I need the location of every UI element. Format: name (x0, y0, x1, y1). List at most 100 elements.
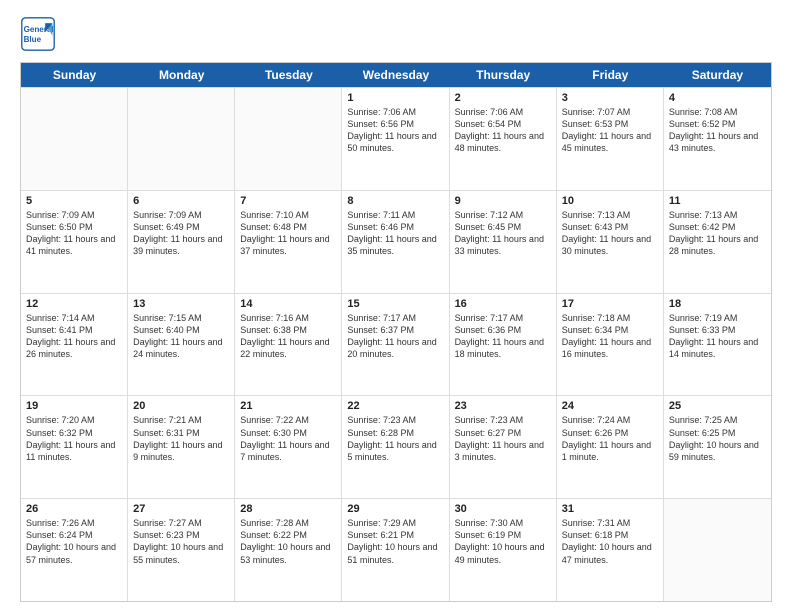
day-info: Sunrise: 7:23 AM Sunset: 6:28 PM Dayligh… (347, 414, 443, 463)
day-number: 24 (562, 400, 658, 412)
day-number: 26 (26, 503, 122, 515)
day-info: Sunrise: 7:08 AM Sunset: 6:52 PM Dayligh… (669, 106, 766, 155)
empty-cell (664, 499, 771, 601)
day-info: Sunrise: 7:10 AM Sunset: 6:48 PM Dayligh… (240, 209, 336, 258)
day-cell-12: 12 Sunrise: 7:14 AM Sunset: 6:41 PM Dayli… (21, 294, 128, 396)
day-cell-14: 14 Sunrise: 7:16 AM Sunset: 6:38 PM Dayli… (235, 294, 342, 396)
header-day-wednesday: Wednesday (342, 63, 449, 87)
day-info: Sunrise: 7:19 AM Sunset: 6:33 PM Dayligh… (669, 312, 766, 361)
header-day-tuesday: Tuesday (235, 63, 342, 87)
day-number: 11 (669, 195, 766, 207)
day-cell-1: 1Sunrise: 7:06 AM Sunset: 6:56 PM Daylig… (342, 88, 449, 190)
day-cell-11: 11Sunrise: 7:13 AM Sunset: 6:42 PM Dayli… (664, 191, 771, 293)
logo-icon: General Blue (20, 16, 56, 52)
calendar: SundayMondayTuesdayWednesdayThursdayFrid… (20, 62, 772, 602)
day-cell-18: 18Sunrise: 7:19 AM Sunset: 6:33 PM Dayli… (664, 294, 771, 396)
day-info: Sunrise: 7:26 AM Sunset: 6:24 PM Dayligh… (26, 517, 122, 566)
header-day-monday: Monday (128, 63, 235, 87)
day-number: 15 (347, 298, 443, 310)
day-info: Sunrise: 7:16 AM Sunset: 6:38 PM Dayligh… (240, 312, 336, 361)
day-cell-3: 3 Sunrise: 7:07 AM Sunset: 6:53 PM Daylig… (557, 88, 664, 190)
day-info: Sunrise: 7:17 AM Sunset: 6:37 PM Dayligh… (347, 312, 443, 361)
day-number: 29 (347, 503, 443, 515)
week-row-3: 19 Sunrise: 7:20 AM Sunset: 6:32 PM Dayli… (21, 395, 771, 498)
day-number: 7 (240, 195, 336, 207)
day-number: 8 (347, 195, 443, 207)
day-info: Sunrise: 7:21 AM Sunset: 6:31 PM Dayligh… (133, 414, 229, 463)
week-row-0: 1Sunrise: 7:06 AM Sunset: 6:56 PM Daylig… (21, 87, 771, 190)
day-info: Sunrise: 7:31 AM Sunset: 6:18 PM Dayligh… (562, 517, 658, 566)
day-info: Sunrise: 7:27 AM Sunset: 6:23 PM Dayligh… (133, 517, 229, 566)
day-info: Sunrise: 7:29 AM Sunset: 6:21 PM Dayligh… (347, 517, 443, 566)
day-info: Sunrise: 7:17 AM Sunset: 6:36 PM Dayligh… (455, 312, 551, 361)
day-info: Sunrise: 7:18 AM Sunset: 6:34 PM Dayligh… (562, 312, 658, 361)
day-info: Sunrise: 7:15 AM Sunset: 6:40 PM Dayligh… (133, 312, 229, 361)
day-info: Sunrise: 7:30 AM Sunset: 6:19 PM Dayligh… (455, 517, 551, 566)
day-cell-7: 7 Sunrise: 7:10 AM Sunset: 6:48 PM Daylig… (235, 191, 342, 293)
day-number: 22 (347, 400, 443, 412)
day-number: 1 (347, 92, 443, 104)
day-number: 14 (240, 298, 336, 310)
day-number: 20 (133, 400, 229, 412)
header-day-friday: Friday (557, 63, 664, 87)
day-number: 10 (562, 195, 658, 207)
day-cell-9: 9Sunrise: 7:12 AM Sunset: 6:45 PM Daylig… (450, 191, 557, 293)
empty-cell (128, 88, 235, 190)
day-number: 19 (26, 400, 122, 412)
day-cell-17: 17 Sunrise: 7:18 AM Sunset: 6:34 PM Dayli… (557, 294, 664, 396)
day-number: 17 (562, 298, 658, 310)
day-info: Sunrise: 7:25 AM Sunset: 6:25 PM Dayligh… (669, 414, 766, 463)
day-info: Sunrise: 7:09 AM Sunset: 6:50 PM Dayligh… (26, 209, 122, 258)
day-cell-29: 29 Sunrise: 7:29 AM Sunset: 6:21 PM Dayli… (342, 499, 449, 601)
day-cell-5: 5 Sunrise: 7:09 AM Sunset: 6:50 PM Daylig… (21, 191, 128, 293)
day-cell-15: 15 Sunrise: 7:17 AM Sunset: 6:37 PM Dayli… (342, 294, 449, 396)
day-number: 28 (240, 503, 336, 515)
day-number: 16 (455, 298, 551, 310)
day-number: 2 (455, 92, 551, 104)
day-cell-19: 19 Sunrise: 7:20 AM Sunset: 6:32 PM Dayli… (21, 396, 128, 498)
day-cell-13: 13 Sunrise: 7:15 AM Sunset: 6:40 PM Dayli… (128, 294, 235, 396)
svg-text:Blue: Blue (24, 35, 42, 44)
day-cell-23: 23Sunrise: 7:23 AM Sunset: 6:27 PM Dayli… (450, 396, 557, 498)
day-number: 13 (133, 298, 229, 310)
day-number: 5 (26, 195, 122, 207)
page: General Blue SundayMondayTuesdayWednesda… (0, 0, 792, 612)
day-cell-27: 27 Sunrise: 7:27 AM Sunset: 6:23 PM Dayli… (128, 499, 235, 601)
day-info: Sunrise: 7:14 AM Sunset: 6:41 PM Dayligh… (26, 312, 122, 361)
logo: General Blue (20, 16, 60, 52)
day-number: 31 (562, 503, 658, 515)
day-number: 25 (669, 400, 766, 412)
day-cell-28: 28 Sunrise: 7:28 AM Sunset: 6:22 PM Dayli… (235, 499, 342, 601)
day-info: Sunrise: 7:13 AM Sunset: 6:43 PM Dayligh… (562, 209, 658, 258)
day-cell-16: 16 Sunrise: 7:17 AM Sunset: 6:36 PM Dayli… (450, 294, 557, 396)
day-cell-31: 31 Sunrise: 7:31 AM Sunset: 6:18 PM Dayli… (557, 499, 664, 601)
day-cell-21: 21 Sunrise: 7:22 AM Sunset: 6:30 PM Dayli… (235, 396, 342, 498)
day-info: Sunrise: 7:28 AM Sunset: 6:22 PM Dayligh… (240, 517, 336, 566)
day-cell-20: 20 Sunrise: 7:21 AM Sunset: 6:31 PM Dayli… (128, 396, 235, 498)
empty-cell (21, 88, 128, 190)
day-info: Sunrise: 7:11 AM Sunset: 6:46 PM Dayligh… (347, 209, 443, 258)
week-row-4: 26 Sunrise: 7:26 AM Sunset: 6:24 PM Dayli… (21, 498, 771, 601)
day-info: Sunrise: 7:20 AM Sunset: 6:32 PM Dayligh… (26, 414, 122, 463)
day-cell-8: 8 Sunrise: 7:11 AM Sunset: 6:46 PM Daylig… (342, 191, 449, 293)
calendar-body: 1Sunrise: 7:06 AM Sunset: 6:56 PM Daylig… (21, 87, 771, 601)
empty-cell (235, 88, 342, 190)
day-number: 3 (562, 92, 658, 104)
day-info: Sunrise: 7:22 AM Sunset: 6:30 PM Dayligh… (240, 414, 336, 463)
day-cell-30: 30 Sunrise: 7:30 AM Sunset: 6:19 PM Dayli… (450, 499, 557, 601)
header-day-thursday: Thursday (450, 63, 557, 87)
day-number: 21 (240, 400, 336, 412)
day-info: Sunrise: 7:09 AM Sunset: 6:49 PM Dayligh… (133, 209, 229, 258)
day-number: 27 (133, 503, 229, 515)
day-cell-4: 4 Sunrise: 7:08 AM Sunset: 6:52 PM Daylig… (664, 88, 771, 190)
header-day-saturday: Saturday (664, 63, 771, 87)
day-info: Sunrise: 7:07 AM Sunset: 6:53 PM Dayligh… (562, 106, 658, 155)
day-cell-22: 22 Sunrise: 7:23 AM Sunset: 6:28 PM Dayli… (342, 396, 449, 498)
day-number: 4 (669, 92, 766, 104)
day-number: 30 (455, 503, 551, 515)
day-cell-6: 6Sunrise: 7:09 AM Sunset: 6:49 PM Daylig… (128, 191, 235, 293)
calendar-header: SundayMondayTuesdayWednesdayThursdayFrid… (21, 63, 771, 87)
header-day-sunday: Sunday (21, 63, 128, 87)
day-number: 12 (26, 298, 122, 310)
day-info: Sunrise: 7:23 AM Sunset: 6:27 PM Dayligh… (455, 414, 551, 463)
